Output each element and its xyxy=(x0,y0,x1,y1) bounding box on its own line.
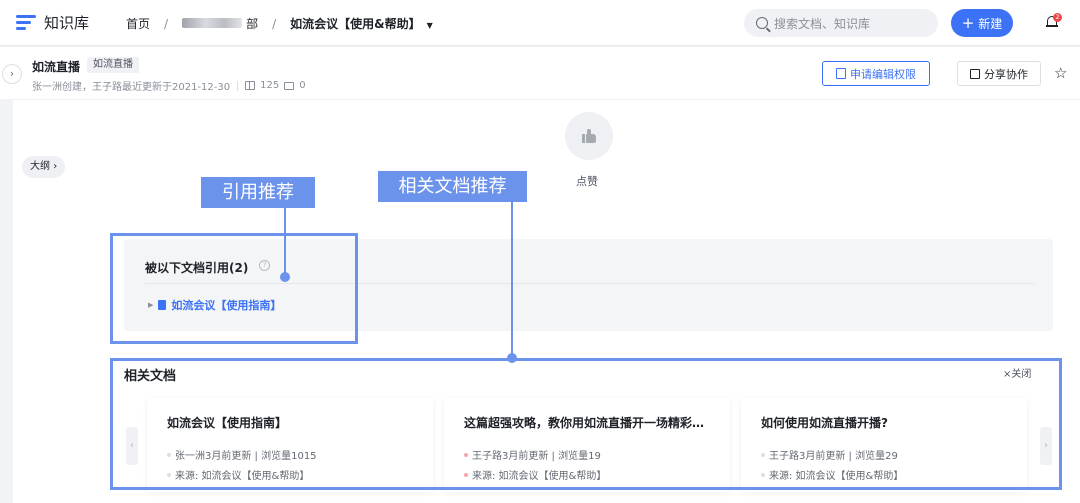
share-icon xyxy=(970,68,980,79)
divider xyxy=(237,80,239,91)
caret-down-icon: ▼ xyxy=(426,21,433,30)
share-label: 分享协作 xyxy=(984,67,1028,81)
related-doc-recommendation-label: 相关文档推荐 xyxy=(378,171,527,202)
expand-sidebar-button[interactable]: › xyxy=(2,64,22,84)
outline-label: 大纲 xyxy=(30,161,50,172)
comment-icon xyxy=(284,81,295,90)
breadcrumb-department[interactable]: 部 xyxy=(182,15,258,32)
new-button-label: 新建 xyxy=(978,16,1003,31)
chevron-right-icon: › xyxy=(53,161,58,172)
document-meta-text: 张一洲创建，王子路最近更新于2021-12-30 xyxy=(32,82,231,93)
plus-icon: + xyxy=(961,14,975,32)
annotation-connector xyxy=(284,207,286,277)
apply-edit-label: 申请编辑权限 xyxy=(850,67,916,81)
redacted-text xyxy=(182,18,243,28)
new-button[interactable]: + 新建 xyxy=(951,9,1013,37)
document-title: 如流直播 xyxy=(32,60,81,74)
annotation-connector xyxy=(511,201,513,357)
search-icon xyxy=(756,17,768,29)
thumbs-up-icon xyxy=(582,129,596,143)
share-collaborate-button[interactable]: 分享协作 xyxy=(957,61,1041,86)
related-annotation-box xyxy=(110,358,1062,490)
annotation-dot xyxy=(280,272,290,282)
like-button[interactable] xyxy=(565,112,613,160)
annotation-dot xyxy=(507,353,517,363)
breadcrumb-current[interactable]: 如流会议【使用&帮助】 ▼ xyxy=(290,15,433,32)
outline-button[interactable]: 大纲 › xyxy=(22,156,66,178)
search-placeholder: 搜索文档、知识库 xyxy=(774,16,871,31)
knowledge-base-logo-icon xyxy=(16,14,36,32)
breadcrumb-home[interactable]: 首页 xyxy=(126,15,150,32)
breadcrumb-separator: / xyxy=(272,16,277,31)
edit-permission-icon xyxy=(836,68,846,79)
notification-badge: 2 xyxy=(1053,13,1062,22)
search-input[interactable]: 搜索文档、知识库 xyxy=(744,9,938,37)
document-meta: 张一洲创建，王子路最近更新于2021-12-30 125 0 xyxy=(32,78,306,93)
comment-count: 0 xyxy=(299,80,306,91)
reference-recommendation-label: 引用推荐 xyxy=(201,177,315,208)
breadcrumb-separator: / xyxy=(164,16,169,31)
document-tag[interactable]: 如流直播 xyxy=(87,57,139,73)
read-count-icon xyxy=(245,81,256,90)
top-bar: 知识库 首页 / 部 / 如流会议【使用&帮助】 ▼ 搜索文档、知识库 + 新建 … xyxy=(0,0,1080,46)
breadcrumb: 首页 / 部 / 如流会议【使用&帮助】 ▼ xyxy=(126,15,433,32)
like-label: 点赞 xyxy=(576,175,598,188)
read-count: 125 xyxy=(260,80,280,91)
star-icon[interactable]: ☆ xyxy=(1054,64,1067,82)
reference-annotation-box xyxy=(110,233,358,344)
app-name: 知识库 xyxy=(44,14,90,32)
apply-edit-permission-button[interactable]: 申请编辑权限 xyxy=(822,61,930,86)
app-logo[interactable]: 知识库 xyxy=(16,12,89,33)
